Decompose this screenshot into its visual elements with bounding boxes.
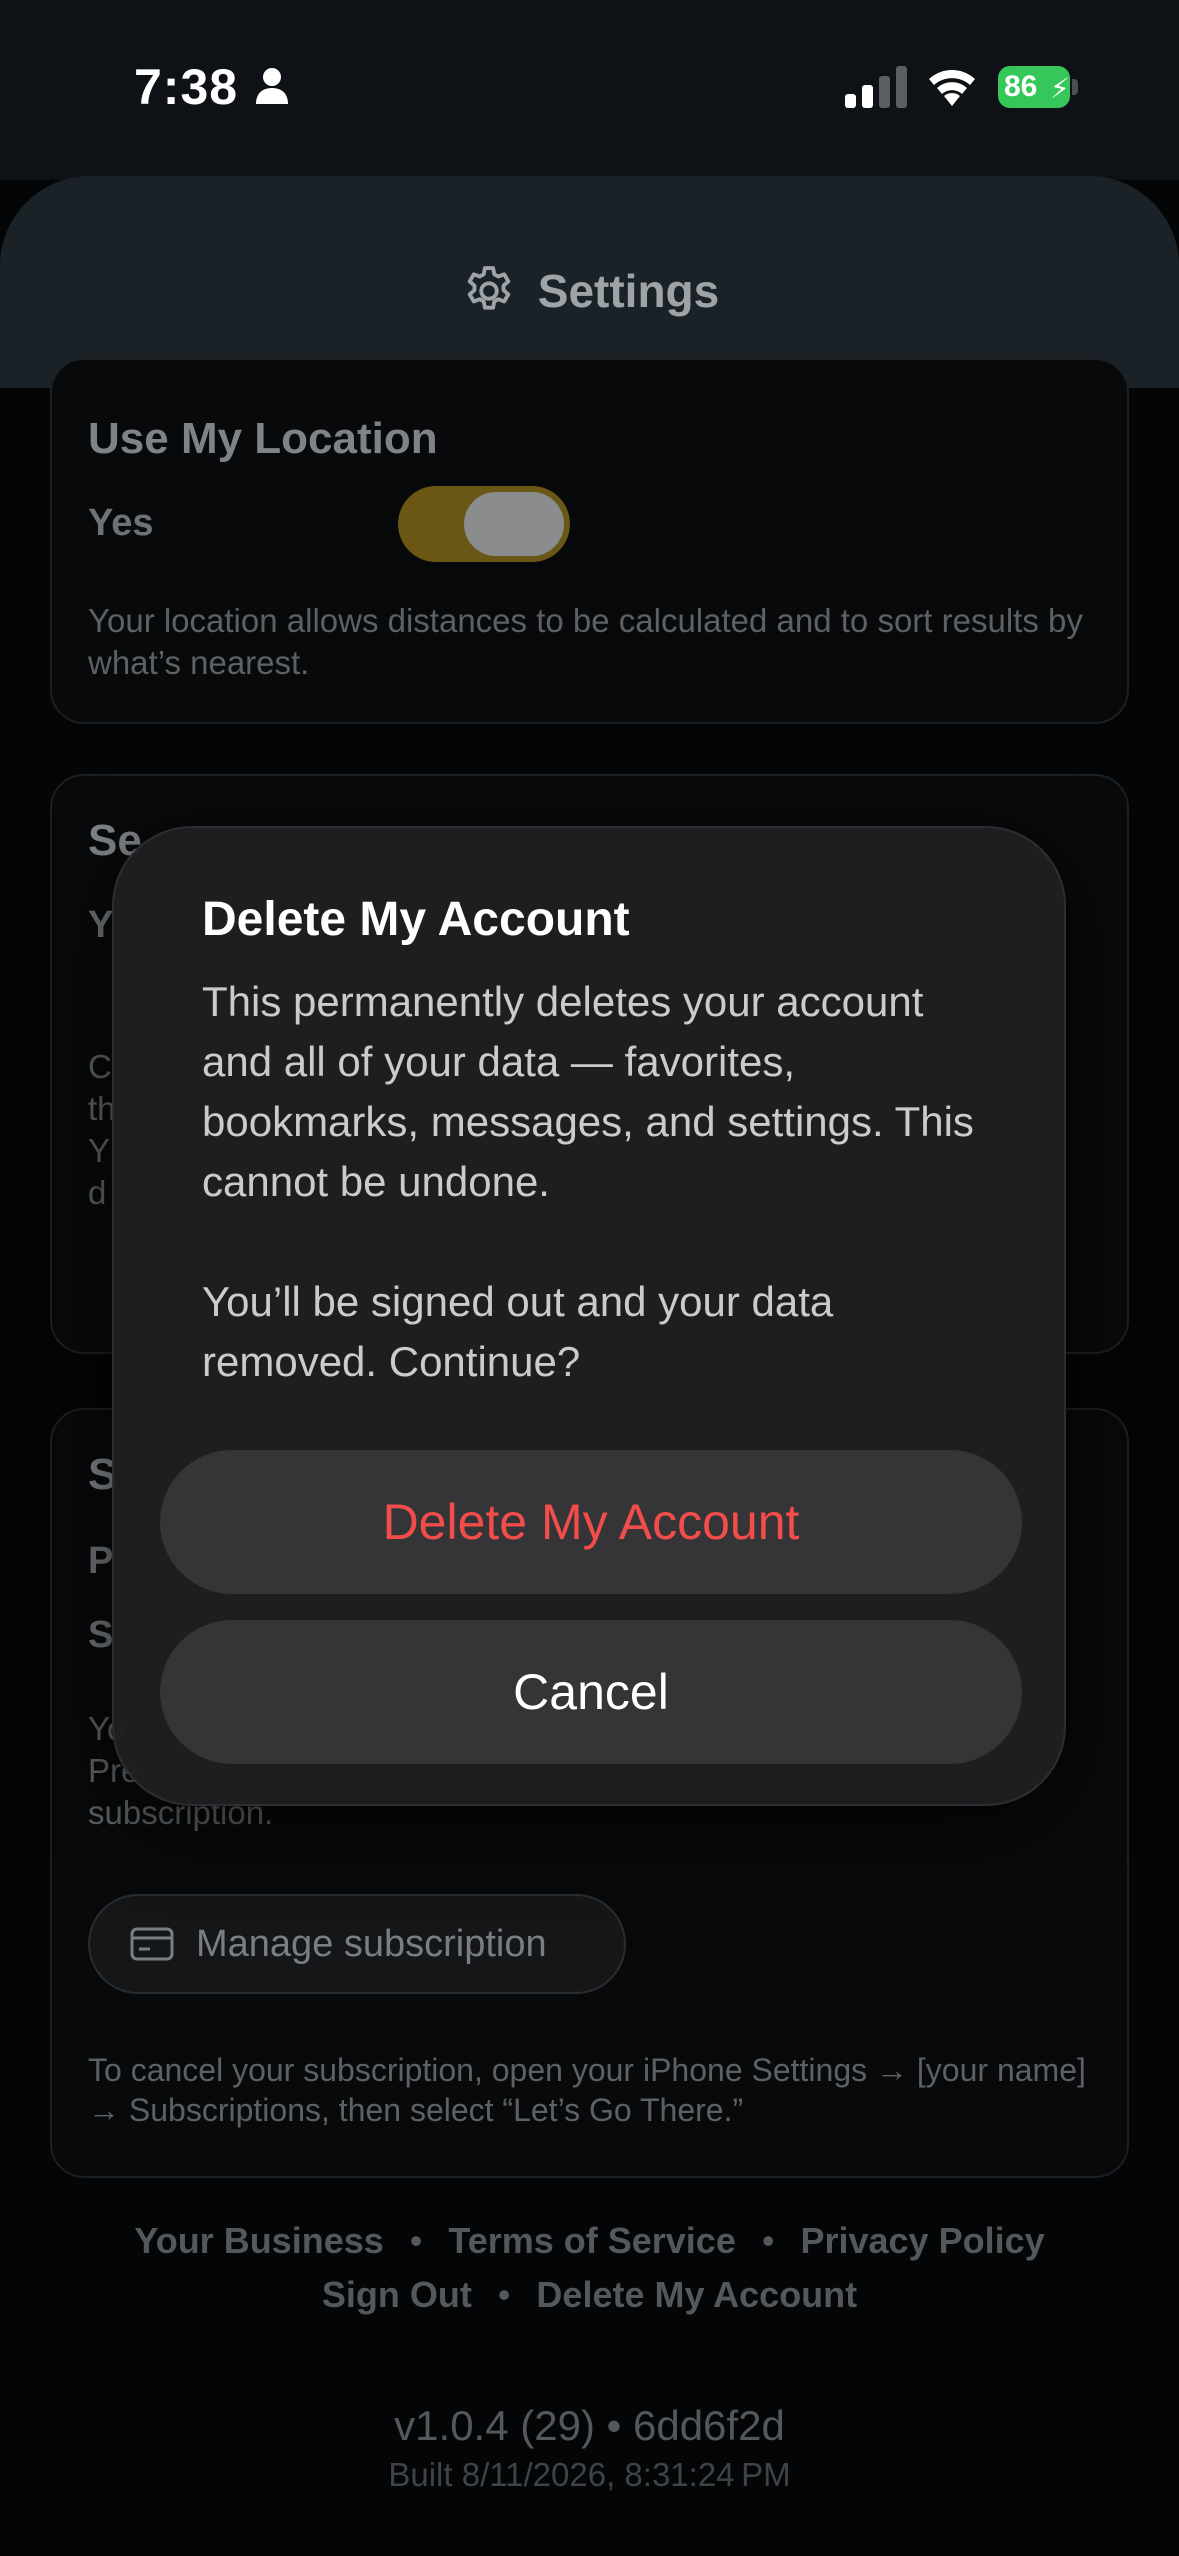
cancel-button[interactable]: Cancel xyxy=(160,1620,1022,1764)
location-toggle[interactable] xyxy=(398,486,570,562)
battery-tip xyxy=(1072,79,1078,95)
wifi-icon xyxy=(929,70,975,106)
footer-links-row-2: Sign Out • Delete My Account xyxy=(0,2274,1179,2316)
settings-screen: 7:38 86 ⚡ Settings Use My Location Yes Y… xyxy=(0,0,1179,2556)
location-card: Use My Location Yes Your location allows… xyxy=(50,358,1129,724)
cancel-subscription-note: To cancel your subscription, open your i… xyxy=(88,2052,1086,2128)
footer-link-your-business[interactable]: Your Business xyxy=(134,2220,383,2261)
subscription-row-2: S xyxy=(88,1614,114,1656)
version-info: v1.0.4 (29) • 6dd6f2d Built 8/11/2026, 8… xyxy=(0,2402,1179,2494)
card2-row-label: Y xyxy=(88,904,114,946)
person-icon xyxy=(256,68,288,104)
footer-separator: • xyxy=(409,2220,423,2261)
charging-bolt-icon: ⚡ xyxy=(1050,73,1070,104)
dialog-message: This permanently deletes your account an… xyxy=(202,978,974,1385)
location-toggle-label: Yes xyxy=(88,502,154,544)
footer-link-terms[interactable]: Terms of Service xyxy=(448,2220,735,2261)
header-title-group: Settings xyxy=(0,262,1179,320)
battery-indicator: 86 ⚡ xyxy=(998,66,1080,108)
manage-subscription-button[interactable]: Manage subscription xyxy=(88,1894,626,1994)
dialog-title: Delete My Account xyxy=(202,893,630,946)
build-date: Built 8/11/2026, 8:31:24 PM xyxy=(388,2456,791,2493)
confirm-delete-button[interactable]: Delete My Account xyxy=(160,1450,1022,1594)
version-number: v1.0.4 (29) • 6dd6f2d xyxy=(394,2402,785,2449)
location-description: Your location allows distances to be cal… xyxy=(88,602,1083,681)
status-time: 7:38 xyxy=(134,59,239,115)
credit-card-icon xyxy=(130,1927,174,1961)
footer-link-sign-out[interactable]: Sign Out xyxy=(322,2274,472,2315)
delete-account-dialog: Delete My Account This permanently delet… xyxy=(112,826,1066,1806)
subscription-row-1: P xyxy=(88,1540,114,1582)
manage-subscription-label: Manage subscription xyxy=(196,1922,547,1965)
settings-header: Settings xyxy=(0,176,1179,388)
footer-link-delete-account[interactable]: Delete My Account xyxy=(536,2274,857,2315)
footer-links-row-1: Your Business • Terms of Service • Privacy P… xyxy=(0,2220,1179,2262)
footer-separator: • xyxy=(497,2274,511,2315)
page-title: Settings xyxy=(537,265,720,317)
location-card-title: Use My Location xyxy=(88,414,438,463)
gear-icon xyxy=(467,266,511,310)
footer-separator: • xyxy=(761,2220,775,2261)
footer-link-privacy[interactable]: Privacy Policy xyxy=(800,2220,1044,2261)
status-bar: 7:38 86 ⚡ xyxy=(0,0,1179,180)
cellular-signal-icon xyxy=(845,66,907,108)
toggle-knob xyxy=(464,492,564,556)
